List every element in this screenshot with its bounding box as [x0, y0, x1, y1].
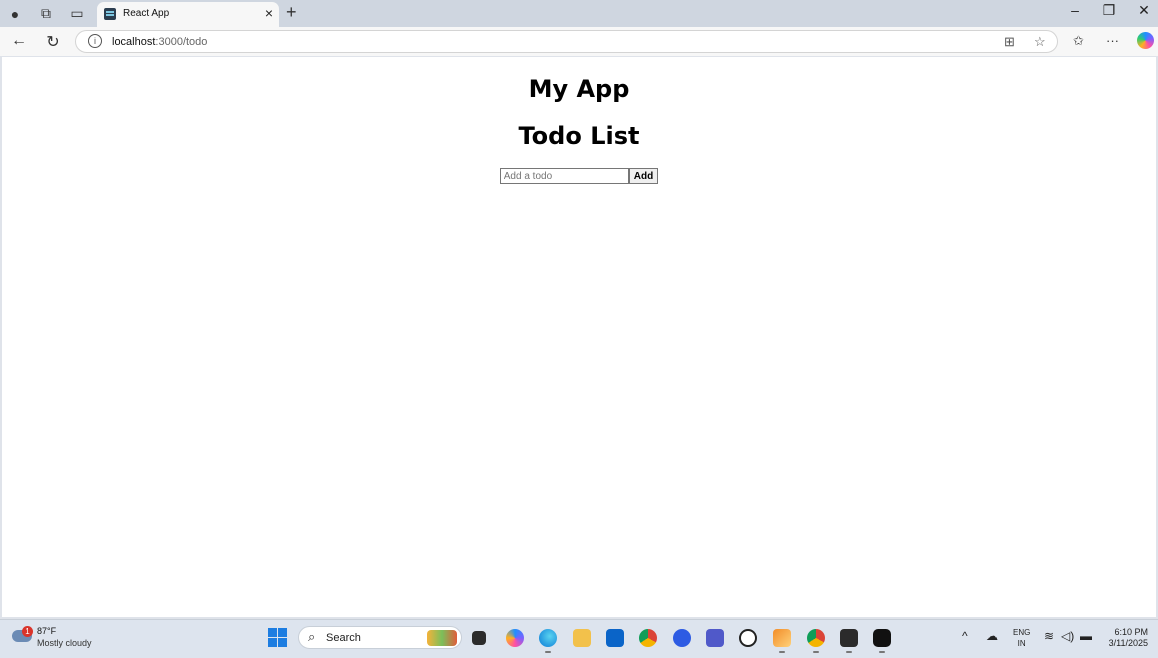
- back-icon[interactable]: ←: [7, 32, 31, 50]
- clock[interactable]: 6:10 PM 3/11/2025: [1109, 627, 1148, 649]
- workspaces-icon[interactable]: ⧉: [31, 0, 61, 27]
- copilot-app-icon[interactable]: [506, 629, 524, 647]
- react-app-favicon-icon: [104, 8, 116, 20]
- whatsapp-icon[interactable]: [739, 629, 757, 647]
- favorites-icon[interactable]: ✩: [1073, 33, 1084, 49]
- search-label: Search: [326, 632, 361, 644]
- close-window-icon[interactable]: ✕: [1129, 2, 1158, 19]
- todo-input[interactable]: [499, 168, 629, 184]
- wifi-icon[interactable]: ≋: [1044, 629, 1054, 643]
- taskbar-search[interactable]: ⌕ Search: [298, 626, 462, 649]
- page-heading: Todo List: [518, 122, 640, 150]
- tab-strip: ● ⧉ ▭ React App × + – ❐ ✕: [0, 0, 1158, 27]
- outlook-icon[interactable]: [606, 629, 624, 647]
- battery-icon[interactable]: ▬: [1080, 629, 1092, 643]
- app-title: My App: [528, 75, 630, 103]
- start-button[interactable]: [268, 628, 287, 647]
- volume-icon[interactable]: ◁): [1061, 629, 1074, 643]
- tab-react-app[interactable]: React App ×: [97, 2, 279, 27]
- url-text: localhost:3000/todo: [112, 36, 208, 48]
- weather-desc: Mostly cloudy: [37, 638, 92, 648]
- weather-badge: 1: [22, 626, 33, 637]
- chrome-profile-icon[interactable]: [807, 629, 825, 653]
- app-root: My App Todo List Add: [2, 75, 1156, 184]
- search-highlight-icon: [427, 630, 457, 646]
- taskbar: 1 87°F Mostly cloudy ⌕ Search ^ ☁ ENG IN…: [0, 619, 1158, 658]
- add-todo-button[interactable]: Add: [628, 168, 659, 184]
- show-hidden-icons-icon[interactable]: ^: [962, 629, 968, 643]
- url-field[interactable]: i localhost:3000/todo ⊞ ☆: [75, 30, 1058, 53]
- favorite-star-icon[interactable]: ☆: [1034, 34, 1046, 50]
- terminal-icon[interactable]: [840, 629, 858, 653]
- copilot-icon[interactable]: [1137, 32, 1154, 49]
- edge-icon[interactable]: [539, 629, 557, 653]
- site-info-icon[interactable]: i: [88, 34, 102, 48]
- tab-actions-icon[interactable]: ▭: [62, 0, 92, 27]
- chrome-icon[interactable]: [639, 629, 657, 647]
- todo-form: Add: [2, 168, 1156, 184]
- file-explorer-icon[interactable]: [573, 629, 591, 647]
- more-options-icon[interactable]: ···: [1106, 33, 1119, 48]
- tab-title: React App: [123, 8, 170, 19]
- task-view-icon[interactable]: [472, 631, 486, 645]
- minimize-icon[interactable]: –: [1060, 2, 1090, 18]
- cloud-sync-icon[interactable]: ☁: [986, 629, 998, 643]
- cursor-app-icon[interactable]: [873, 629, 891, 653]
- restore-icon[interactable]: ❐: [1094, 2, 1124, 19]
- teams-icon[interactable]: [706, 629, 724, 647]
- search-icon: ⌕: [308, 629, 316, 644]
- profile-icon[interactable]: ●: [0, 0, 30, 27]
- address-bar: ← ↻ i localhost:3000/todo ⊞ ☆ ✩ ···: [0, 27, 1158, 56]
- zoom-icon[interactable]: [673, 629, 691, 647]
- language-indicator[interactable]: ENG IN: [1013, 627, 1030, 649]
- new-tab-icon[interactable]: +: [286, 2, 297, 23]
- refresh-icon[interactable]: ↻: [41, 32, 65, 52]
- close-tab-icon[interactable]: ×: [265, 5, 273, 21]
- page-viewport: My App Todo List Add: [2, 57, 1156, 617]
- weather-temp: 87°F: [37, 626, 57, 636]
- split-screen-icon[interactable]: ⊞: [1004, 34, 1015, 50]
- snipping-tool-icon[interactable]: [773, 629, 791, 653]
